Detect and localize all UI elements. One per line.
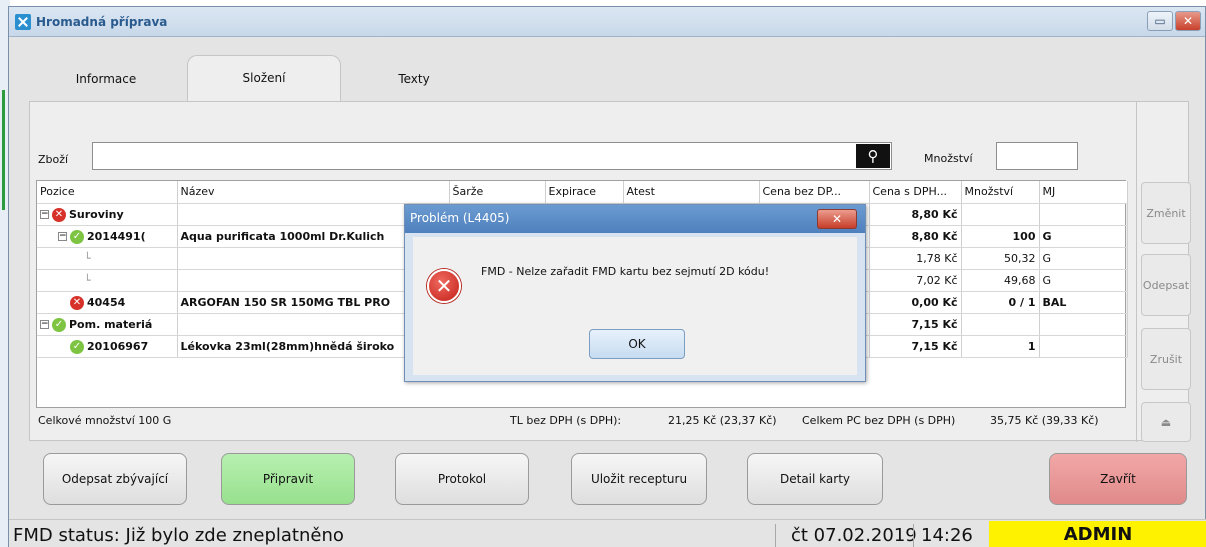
col-atest[interactable]: Atest (623, 181, 760, 204)
dialog-message: FMD - Nelze zařadit FMD kartu bez sejmut… (481, 265, 770, 278)
dialog-close-button[interactable]: ✕ (817, 209, 857, 229)
error-status-icon: ✕ (70, 295, 84, 310)
row-cena-s: 7,15 Kč (869, 313, 962, 336)
protokol-button[interactable]: Protokol (395, 453, 529, 505)
tab-texty[interactable]: Texty (389, 57, 439, 101)
desktop-accent (2, 90, 5, 210)
fmd-status: FMD status: Již bylo zde zneplatněno (13, 525, 344, 546)
col-mnozstvi[interactable]: Množství (961, 181, 1040, 204)
row-mnozstvi (961, 203, 1040, 226)
search-button[interactable]: ⚲ (856, 144, 890, 168)
row-mj (1039, 335, 1128, 358)
odepsat-button[interactable]: Odepsat (1141, 254, 1191, 316)
ok-status-icon: ✓ (70, 229, 84, 244)
celkove-mnozstvi: Celkové množství 100 G (38, 414, 172, 427)
tree-line-icon: └ (84, 251, 91, 265)
col-nazev[interactable]: Název (177, 181, 450, 204)
celkem-label: Celkem PC bez DPH (s DPH) (802, 414, 956, 427)
app-icon (15, 14, 31, 30)
col-mj[interactable]: MJ (1039, 181, 1128, 204)
user-badge: ADMIN (989, 521, 1206, 547)
row-mnozstvi: 49,68 (961, 269, 1040, 292)
mnozstvi-label: Množství (924, 152, 973, 165)
close-window-button[interactable]: ✕ (1175, 11, 1201, 31)
collapse-icon[interactable]: − (58, 232, 67, 242)
collapse-icon[interactable]: − (40, 320, 49, 330)
dialog-title: Problém (L4405) (410, 211, 510, 225)
row-cena-s: 8,80 Kč (869, 203, 962, 226)
row-mj: G (1039, 247, 1128, 270)
close-icon: ✕ (831, 212, 843, 226)
zmenit-button[interactable]: Změnit (1141, 182, 1191, 244)
row-cena-s: 8,80 Kč (869, 225, 962, 248)
row-pozice: Pom. materiá (69, 318, 153, 332)
zavrit-button[interactable]: Zavřít (1049, 453, 1187, 505)
pripravit-button[interactable]: Připravit (221, 453, 355, 505)
row-mj: G (1039, 225, 1128, 248)
status-time: 14:26 (921, 525, 973, 546)
error-icon: ✕ (427, 269, 461, 303)
ok-status-icon: ✓ (52, 317, 66, 332)
row-mj (1039, 203, 1128, 226)
ok-status-icon: ✓ (70, 339, 84, 354)
row-cena-s: 7,02 Kč (869, 269, 962, 292)
zbozi-label: Zboží (38, 153, 69, 166)
dialog-title-bar: Problém (L4405) ✕ (405, 205, 865, 233)
col-cena-s[interactable]: Cena s DPH... (869, 181, 962, 204)
ulozit-recepturu-button[interactable]: Uložit recepturu (571, 453, 707, 505)
zbozi-input[interactable] (92, 142, 892, 170)
status-divider (775, 524, 776, 547)
status-divider (913, 524, 914, 547)
row-mnozstvi: 100 (961, 225, 1040, 248)
title-bar: Hromadná příprava ▭ ✕ (9, 7, 1205, 37)
col-expirace[interactable]: Expirace (545, 181, 624, 204)
col-cena-bez[interactable]: Cena bez DP... (759, 181, 870, 204)
detail-karty-button[interactable]: Detail karty (747, 453, 883, 505)
col-pozice[interactable]: Pozice (37, 181, 178, 204)
mnozstvi-input[interactable] (996, 142, 1078, 170)
search-icon: ⚲ (867, 147, 879, 165)
row-cena-s: 0,00 Kč (869, 291, 962, 314)
tab-slozeni[interactable]: Složení (187, 55, 341, 103)
row-cena-s: 7,15 Kč (869, 335, 962, 358)
collapse-icon[interactable]: − (40, 210, 49, 220)
row-mj (1039, 313, 1128, 336)
row-pozice: 40454 (87, 296, 126, 309)
row-mnozstvi: 1 (961, 335, 1040, 358)
window-title: Hromadná příprava (36, 15, 168, 29)
row-cena-s: 1,78 Kč (869, 247, 962, 270)
row-mnozstvi: 0 / 1 (961, 291, 1040, 314)
row-mnozstvi: 50,32 (961, 247, 1040, 270)
tl-value: 21,25 Kč (23,37 Kč) (668, 414, 777, 427)
restore-button[interactable]: ▭ (1147, 11, 1173, 31)
grid-header-row: Pozice Název Šarže Expirace Atest Cena b… (37, 181, 1128, 204)
ok-button[interactable]: OK (589, 329, 685, 359)
zrusit-button[interactable]: Zrušit (1141, 328, 1191, 390)
error-status-icon: ✕ (52, 207, 66, 222)
status-bar: FMD status: Již bylo zde zneplatněno čt … (9, 519, 1206, 547)
problem-dialog: Problém (L4405) ✕ ✕ FMD - Nelze zařadit … (404, 204, 866, 382)
celkem-value: 35,75 Kč (39,33 Kč) (990, 414, 1099, 427)
tl-label: TL bez DPH (s DPH): (510, 414, 622, 427)
tab-informace[interactable]: Informace (61, 57, 151, 101)
eject-button[interactable]: ⏏ (1141, 402, 1191, 442)
col-sarze[interactable]: Šarže (449, 181, 546, 204)
row-pozice: 20106967 (87, 340, 149, 353)
status-date: čt 07.02.2019 (791, 525, 917, 546)
tree-line-icon: └ (84, 273, 91, 287)
dialog-body: ✕ FMD - Nelze zařadit FMD kartu bez sejm… (413, 237, 857, 375)
side-toolbar: Změnit Odepsat Zrušit ⏏ (1136, 102, 1191, 442)
odepsat-zbyvajici-button[interactable]: Odepsat zbývající (43, 453, 187, 505)
row-mj: G (1039, 269, 1128, 292)
row-mnozstvi (961, 313, 1040, 336)
eject-icon: ⏏ (1160, 416, 1172, 429)
row-pozice: Suroviny (69, 208, 124, 222)
row-pozice: 2014491( (87, 230, 146, 244)
row-mj: BAL (1039, 291, 1128, 314)
